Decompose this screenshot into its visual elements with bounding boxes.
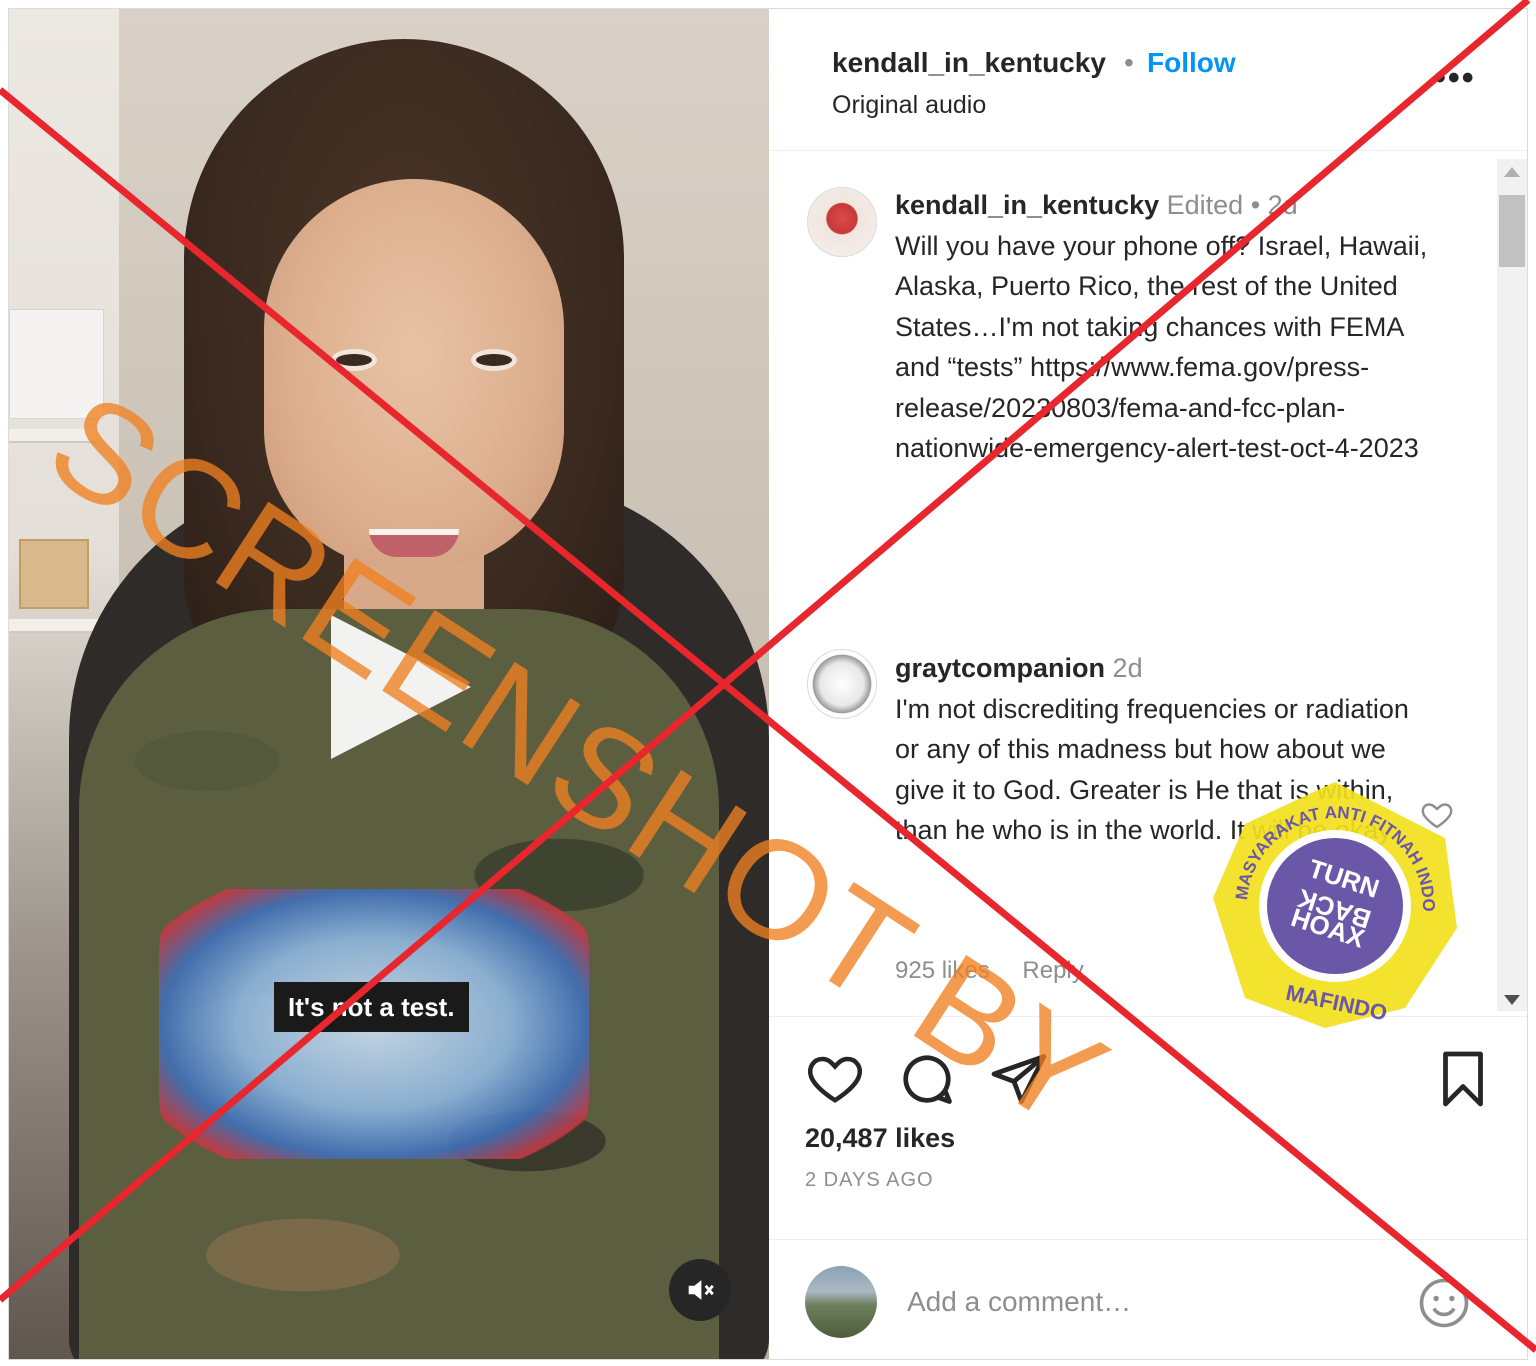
comment-username[interactable]: graytcompanion	[895, 653, 1105, 683]
post-header: kendall_in_kentucky • Follow Original au…	[769, 9, 1527, 151]
background-box	[19, 539, 89, 609]
post-actions	[769, 1017, 1527, 1127]
comment-username[interactable]: kendall_in_kentucky	[895, 190, 1159, 220]
person-face	[264, 179, 564, 569]
header-separator: •	[1124, 47, 1134, 78]
mute-icon	[688, 1280, 714, 1300]
audio-label[interactable]: Original audio	[832, 91, 986, 120]
scrollbar[interactable]	[1497, 159, 1527, 1011]
comment-likes[interactable]: 925 likes	[895, 957, 990, 984]
background-shelf	[9, 619, 99, 633]
comment-meta: 2d	[1112, 653, 1143, 683]
avatar[interactable]	[807, 649, 877, 719]
video-player[interactable]: It's not a test.	[9, 9, 769, 1359]
comment-text: Will you have your phone off? Israel, Ha…	[895, 230, 1428, 464]
avatar	[805, 1266, 877, 1338]
likes-count[interactable]: 20,487 likes	[805, 1123, 955, 1154]
list-item: graytcompanion 2d I'm not discrediting f…	[895, 648, 1435, 851]
play-icon[interactable]	[331, 615, 471, 759]
post-panel: kendall_in_kentucky • Follow Original au…	[769, 9, 1527, 1359]
scroll-up-icon[interactable]	[1504, 167, 1520, 177]
scroll-thumb[interactable]	[1499, 195, 1525, 267]
author-username[interactable]: kendall_in_kentucky	[832, 47, 1106, 79]
emoji-icon[interactable]	[1417, 1276, 1471, 1330]
list-item: kendall_in_kentucky Edited • 2d Will you…	[895, 185, 1435, 469]
comment-meta: Edited • 2d	[1166, 190, 1298, 220]
follow-button[interactable]: Follow	[1147, 47, 1236, 79]
bookmark-icon[interactable]	[1433, 1049, 1493, 1109]
background-printer	[9, 309, 104, 419]
more-icon[interactable]: •••	[1434, 59, 1476, 98]
person-eye	[471, 349, 517, 371]
comment-bar	[769, 1239, 1527, 1359]
comment-icon[interactable]	[897, 1049, 957, 1109]
reply-button[interactable]: Reply	[1022, 957, 1083, 984]
post-timestamp: 2 DAYS AGO	[805, 1169, 934, 1191]
comments-list[interactable]: kendall_in_kentucky Edited • 2d Will you…	[769, 151, 1527, 1017]
post-dialog: It's not a test. kendall_in_kentucky • F…	[8, 8, 1528, 1360]
heart-icon[interactable]	[805, 1049, 865, 1109]
heart-icon[interactable]	[1419, 797, 1455, 833]
share-icon[interactable]	[989, 1049, 1049, 1109]
avatar[interactable]	[807, 187, 877, 257]
comment-text: I'm not discrediting frequencies or radi…	[895, 693, 1409, 846]
mute-button[interactable]	[669, 1259, 731, 1321]
comment-footer: 925 likes Reply	[895, 957, 1110, 985]
person-eye	[331, 349, 377, 371]
comment-input[interactable]	[907, 1280, 1387, 1324]
person-mouth	[369, 529, 459, 557]
video-caption: It's not a test.	[274, 982, 469, 1032]
scroll-down-icon[interactable]	[1504, 995, 1520, 1005]
background-shelf	[9, 429, 99, 443]
